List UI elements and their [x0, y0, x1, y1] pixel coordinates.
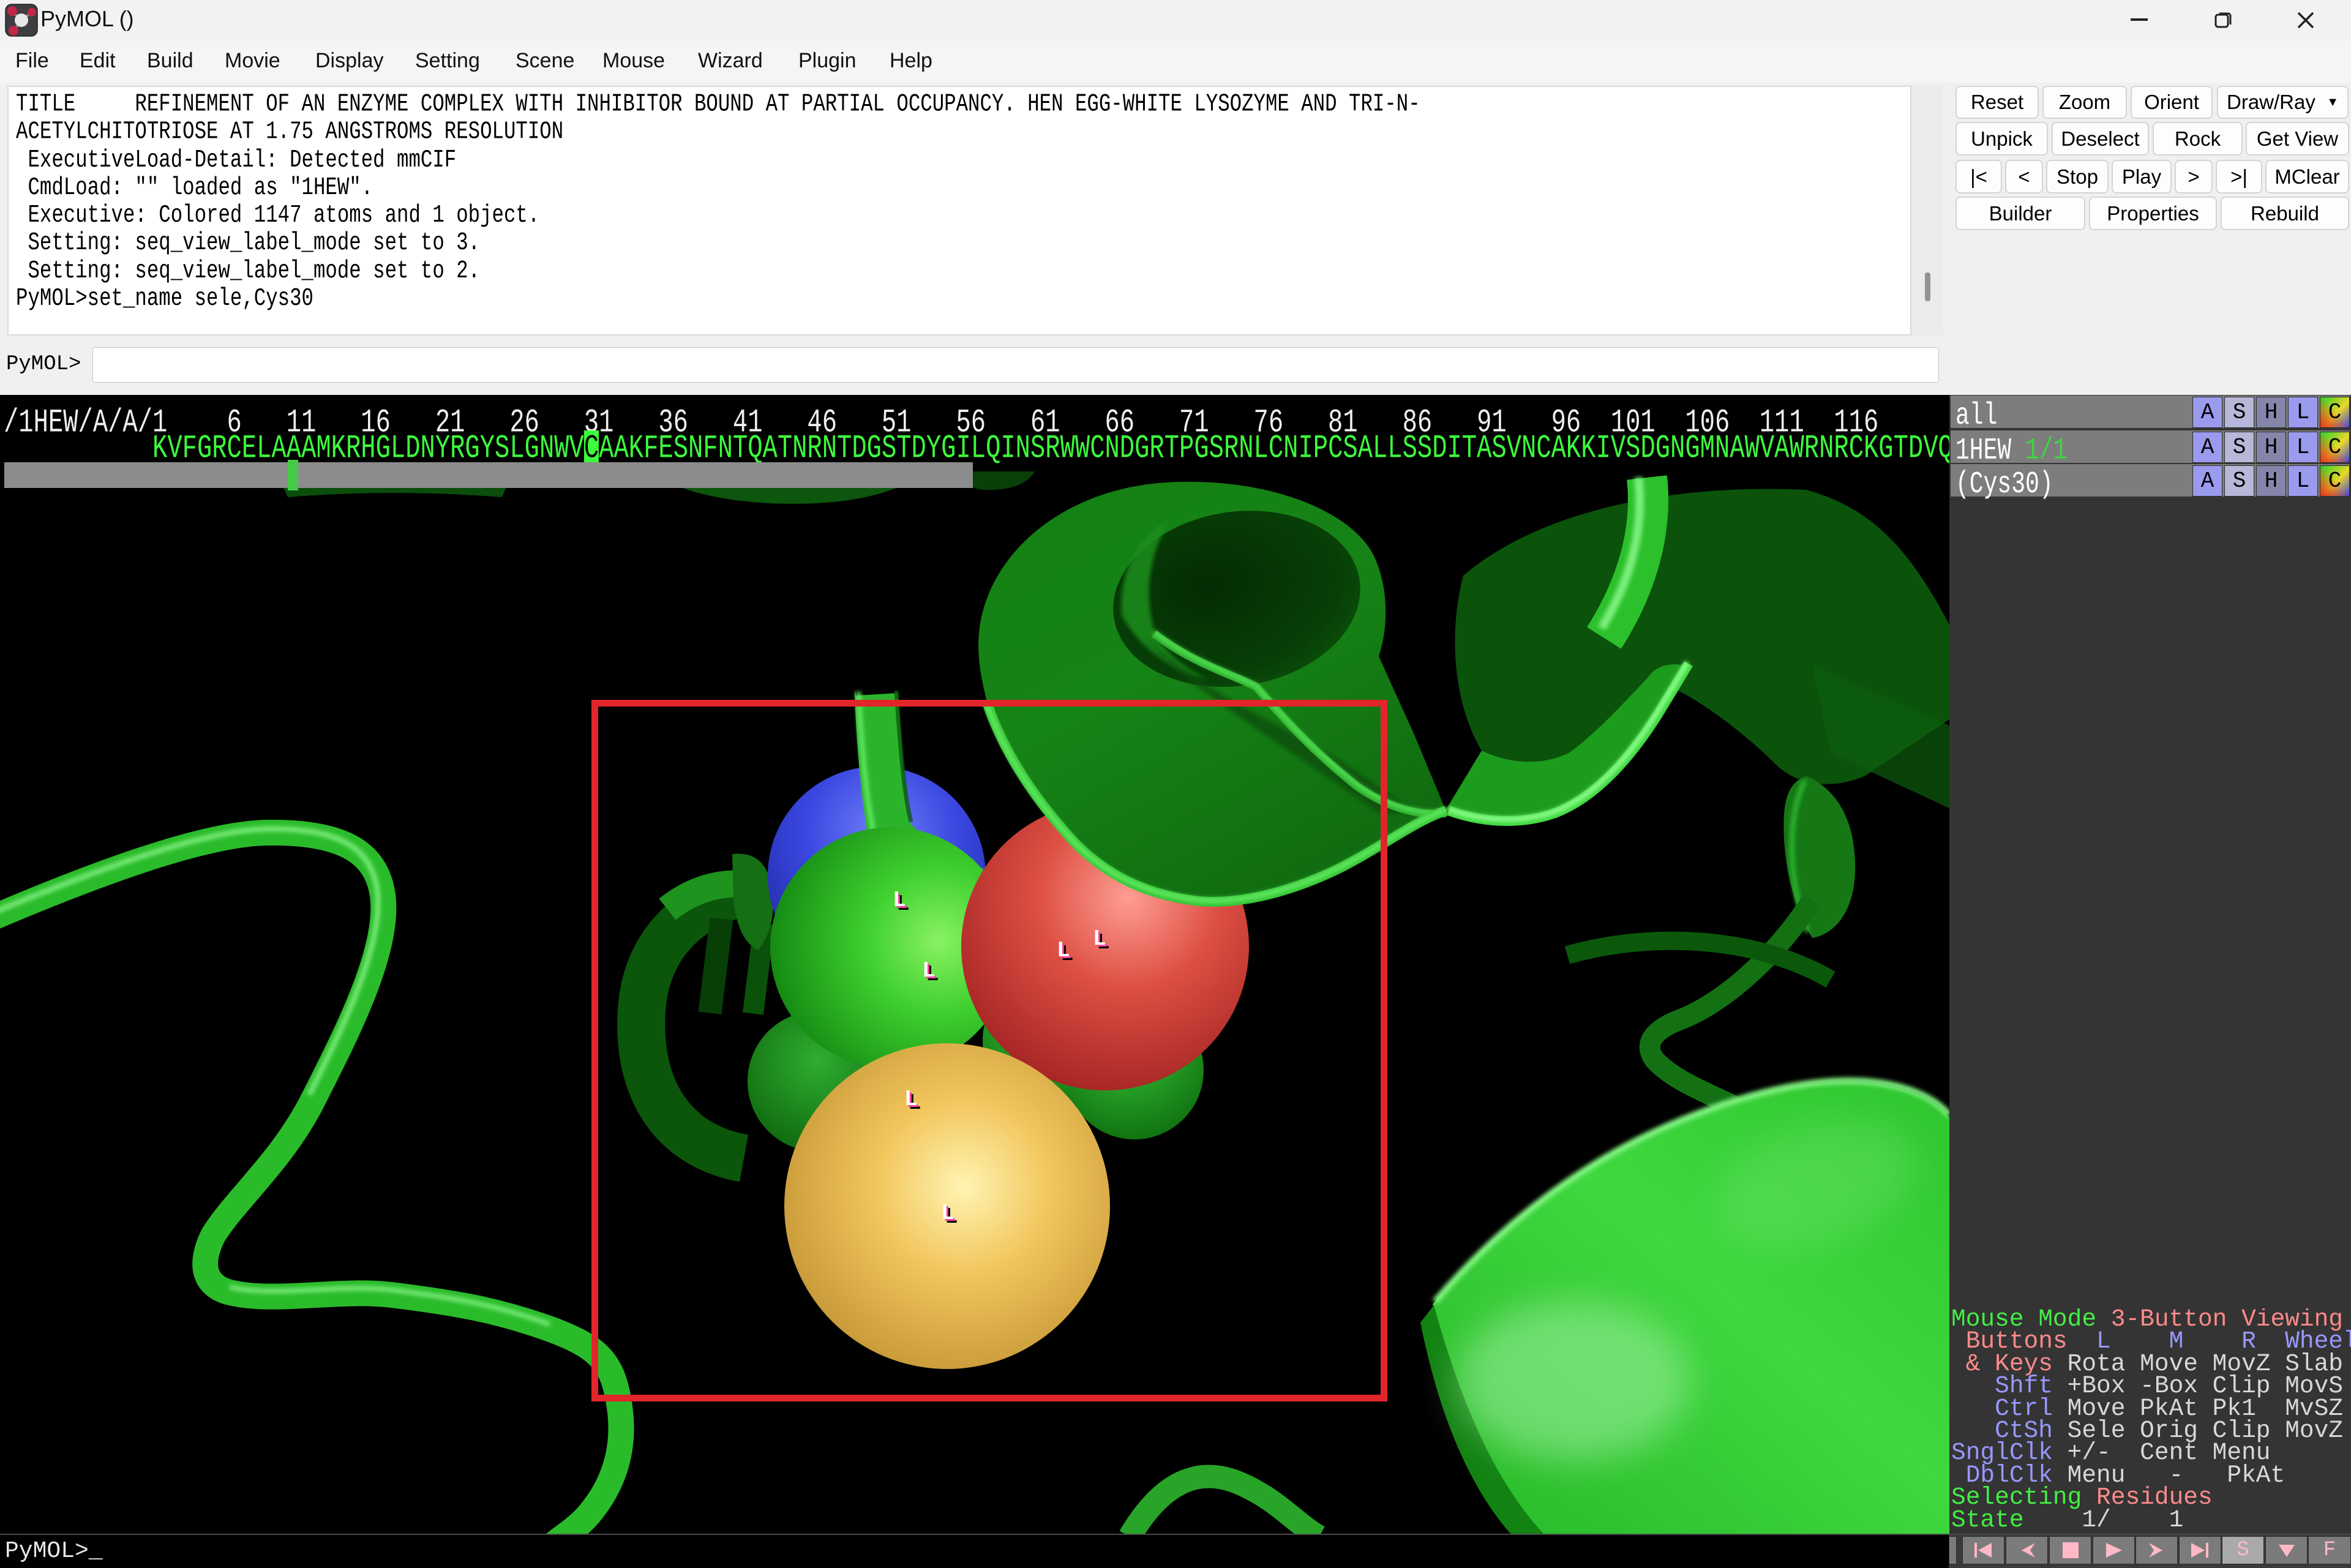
svg-text:L: L — [941, 1201, 954, 1226]
svg-text:L: L — [922, 958, 936, 983]
svg-text:L: L — [1057, 938, 1070, 963]
svg-text:L: L — [1093, 926, 1106, 951]
svg-text:L: L — [893, 888, 906, 913]
svg-text:L: L — [904, 1087, 918, 1112]
